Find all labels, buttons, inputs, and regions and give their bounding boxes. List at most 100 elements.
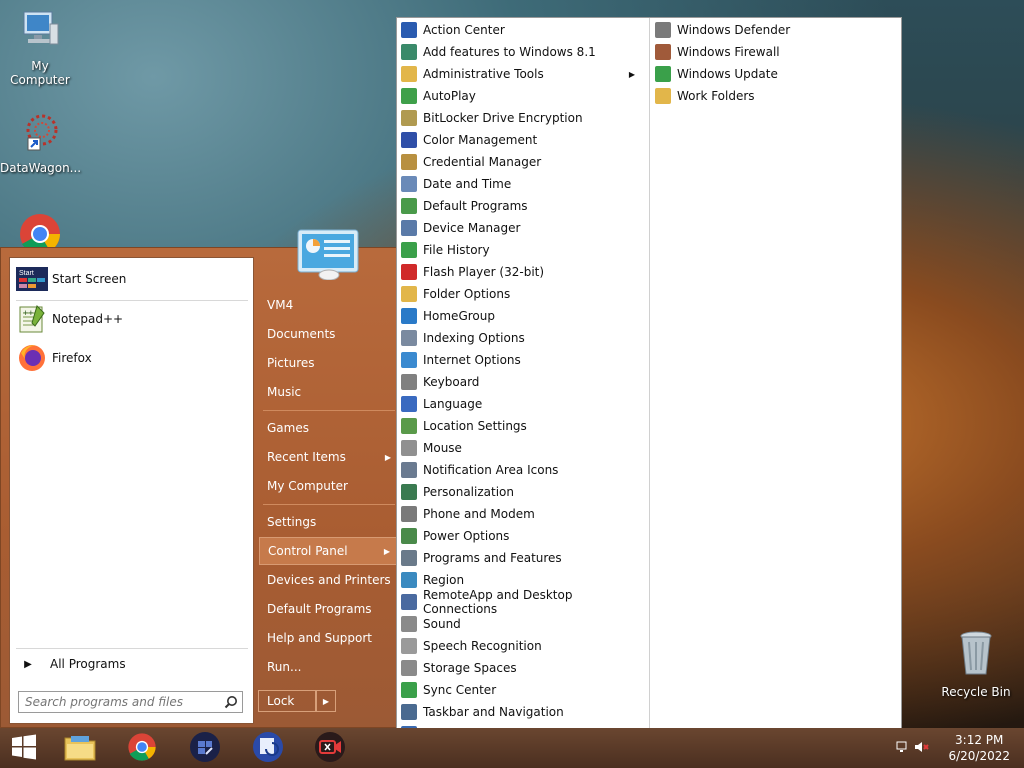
separator: [263, 504, 395, 505]
cp-item-date-and-time[interactable]: Date and Time: [397, 173, 643, 195]
pinned-start-screen[interactable]: Start Start Screen: [16, 263, 248, 295]
cp-item-bitlocker-drive-encryption[interactable]: BitLocker Drive Encryption: [397, 107, 643, 129]
cp-item-label: Mouse: [423, 441, 462, 455]
lock-options-chevron-icon[interactable]: ▶: [316, 690, 336, 712]
cp-item-label: Region: [423, 573, 465, 587]
cp-item-credential-manager[interactable]: Credential Manager: [397, 151, 643, 173]
cp-item-taskbar-and-navigation[interactable]: Taskbar and Navigation: [397, 701, 643, 723]
column-divider: [649, 18, 650, 767]
start-item-pictures[interactable]: Pictures: [259, 349, 397, 377]
recycle-bin-icon: [936, 630, 1016, 681]
cp-item-remoteapp-and-desktop-connections[interactable]: RemoteApp and Desktop Connections: [397, 588, 643, 616]
start-item-help-and-support[interactable]: Help and Support: [259, 624, 397, 652]
desktop-icon-datawagon[interactable]: DataWagon...: [0, 110, 82, 175]
start-screen-icon: Start: [16, 263, 48, 295]
notepad-plus-plus-icon: ++: [16, 303, 48, 335]
cp-item-windows-firewall[interactable]: Windows Firewall: [651, 41, 897, 63]
work-folders-icon: [655, 88, 671, 104]
cp-item-add-features-to-windows-8-1[interactable]: Add features to Windows 8.1: [397, 41, 643, 63]
taskbar: 3:12 PM 6/20/2022: [0, 728, 1024, 768]
cp-item-sound[interactable]: Sound: [397, 613, 643, 635]
cp-item-speech-recognition[interactable]: Speech Recognition: [397, 635, 643, 657]
desktop-icon-my-computer[interactable]: My Computer: [0, 8, 80, 87]
cp-item-administrative-tools[interactable]: Administrative Tools ▶: [397, 63, 643, 85]
taskbar-file-explorer[interactable]: [58, 730, 102, 766]
user-picture[interactable]: [296, 228, 362, 281]
network-icon[interactable]: [896, 740, 910, 757]
start-item-label: VM4: [267, 298, 294, 312]
pinned-firefox[interactable]: Firefox: [16, 342, 248, 374]
volume-muted-icon[interactable]: [914, 740, 930, 757]
cp-item-label: Sync Center: [423, 683, 497, 697]
start-item-recent-items[interactable]: Recent Items ▶: [259, 443, 397, 471]
start-item-music[interactable]: Music: [259, 378, 397, 406]
start-item-documents[interactable]: Documents: [259, 320, 397, 348]
cp-item-power-options[interactable]: Power Options: [397, 525, 643, 547]
clock[interactable]: 3:12 PM 6/20/2022: [948, 732, 1010, 764]
cp-item-storage-spaces[interactable]: Storage Spaces: [397, 657, 643, 679]
search-icon[interactable]: [220, 695, 242, 709]
start-item-settings[interactable]: Settings: [259, 508, 397, 536]
pinned-label: Notepad++: [52, 312, 124, 326]
search-box[interactable]: [18, 691, 243, 713]
cp-item-windows-update[interactable]: Windows Update: [651, 63, 897, 85]
search-input[interactable]: [19, 694, 220, 710]
separator: [16, 300, 248, 301]
desktop-icon-label: DataWagon...: [0, 161, 82, 175]
firefox-icon: [16, 342, 48, 374]
lock-button[interactable]: Lock: [258, 690, 316, 712]
start-item-my-computer[interactable]: My Computer: [259, 472, 397, 500]
cp-item-label: Keyboard: [423, 375, 480, 389]
cp-item-homegroup[interactable]: HomeGroup: [397, 305, 643, 327]
cp-item-mouse[interactable]: Mouse: [397, 437, 643, 459]
cp-item-language[interactable]: Language: [397, 393, 643, 415]
cp-item-label: Taskbar and Navigation: [423, 705, 564, 719]
cp-item-flash-player-32-bit[interactable]: Flash Player (32-bit): [397, 261, 643, 283]
cp-item-indexing-options[interactable]: Indexing Options: [397, 327, 643, 349]
cp-item-label: Location Settings: [423, 419, 527, 433]
add-features-to-windows-8-1-icon: [401, 44, 417, 60]
taskbar-remote-app[interactable]: [246, 730, 290, 766]
all-programs-button[interactable]: ▶ All Programs: [16, 654, 248, 674]
start-button[interactable]: [2, 730, 46, 766]
cp-item-notification-area-icons[interactable]: Notification Area Icons: [397, 459, 643, 481]
cp-item-internet-options[interactable]: Internet Options: [397, 349, 643, 371]
start-item-run[interactable]: Run...: [259, 653, 397, 681]
windows-defender-icon: [655, 22, 671, 38]
control-panel-flyout: Action Center Add features to Windows 8.1…: [396, 17, 902, 768]
cp-item-device-manager[interactable]: Device Manager: [397, 217, 643, 239]
bitlocker-drive-encryption-icon: [401, 110, 417, 126]
start-item-games[interactable]: Games: [259, 414, 397, 442]
cp-item-phone-and-modem[interactable]: Phone and Modem: [397, 503, 643, 525]
cp-item-windows-defender[interactable]: Windows Defender: [651, 19, 897, 41]
cp-item-label: Flash Player (32-bit): [423, 265, 545, 279]
start-item-default-programs[interactable]: Default Programs: [259, 595, 397, 623]
cp-item-work-folders[interactable]: Work Folders: [651, 85, 897, 107]
action-center-icon: [401, 22, 417, 38]
device-manager-icon: [401, 220, 417, 236]
cp-item-file-history[interactable]: File History: [397, 239, 643, 261]
cp-item-color-management[interactable]: Color Management: [397, 129, 643, 151]
cp-item-autoplay[interactable]: AutoPlay: [397, 85, 643, 107]
pinned-notepad-plus-plus[interactable]: ++ Notepad++: [16, 303, 248, 335]
taskbar-app[interactable]: [183, 730, 227, 766]
taskbar-chrome[interactable]: [120, 730, 164, 766]
cp-item-programs-and-features[interactable]: Programs and Features: [397, 547, 643, 569]
cp-item-keyboard[interactable]: Keyboard: [397, 371, 643, 393]
start-item-control-panel[interactable]: Control Panel ▶: [259, 537, 397, 565]
cp-item-action-center[interactable]: Action Center: [397, 19, 643, 41]
cp-item-default-programs[interactable]: Default Programs: [397, 195, 643, 217]
desktop-icon-recycle-bin[interactable]: Recycle Bin: [936, 630, 1016, 699]
internet-options-icon: [401, 352, 417, 368]
file-explorer-icon: [63, 732, 97, 765]
cp-item-location-settings[interactable]: Location Settings: [397, 415, 643, 437]
start-item-vm4[interactable]: VM4: [259, 291, 397, 319]
taskbar-video-recorder[interactable]: [308, 730, 352, 766]
cp-item-personalization[interactable]: Personalization: [397, 481, 643, 503]
start-item-devices-and-printers[interactable]: Devices and Printers: [259, 566, 397, 594]
cp-item-folder-options[interactable]: Folder Options: [397, 283, 643, 305]
cp-item-label: Personalization: [423, 485, 514, 499]
cp-item-sync-center[interactable]: Sync Center: [397, 679, 643, 701]
sync-center-icon: [401, 682, 417, 698]
windows-start-icon: [11, 734, 37, 763]
